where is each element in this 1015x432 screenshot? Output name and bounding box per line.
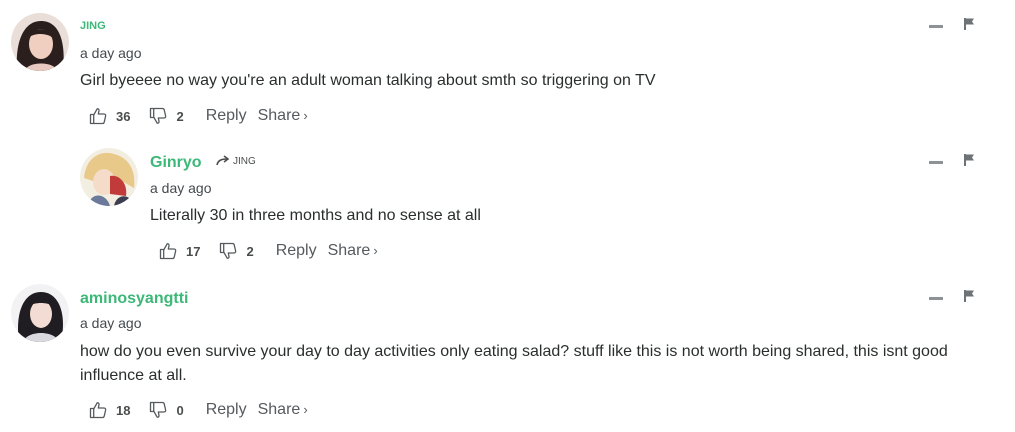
minus-icon[interactable] [929,161,943,164]
share-label: Share [257,401,301,418]
share-button[interactable]: Share › [258,107,308,125]
chevron-right-icon: › [303,402,308,417]
comment-author[interactable]: aminosyangtti [80,290,188,308]
reply-to-author: JING [233,155,256,167]
share-label: Share [257,107,301,124]
share-button[interactable]: Share › [328,242,378,260]
reply-button[interactable]: Reply [276,242,317,260]
reply-button[interactable]: Reply [206,401,247,419]
downvote-button[interactable]: 2 [218,241,254,261]
flag-icon[interactable] [962,153,976,167]
avatar[interactable] [80,148,138,206]
flag-icon[interactable] [962,289,976,303]
arrow-right-icon [216,155,230,166]
flag-icon[interactable] [962,17,976,31]
downvote-count: 0 [176,402,184,418]
thumbs-up-icon [158,241,178,261]
comment-actions: 17 2 Reply Share › [158,240,378,262]
comment-timestamp[interactable]: a day ago [80,315,142,331]
share-label: Share [327,242,371,259]
comment-actions: 18 0 Reply Share › [88,399,308,421]
avatar[interactable] [11,13,69,71]
minus-icon[interactable] [929,297,943,300]
thumbs-up-icon [88,106,108,126]
upvote-button[interactable]: 18 [88,400,130,420]
minus-icon[interactable] [929,25,943,28]
comment-timestamp[interactable]: a day ago [80,45,142,61]
comment-text: Literally 30 in three months and no sens… [150,207,481,224]
comment-timestamp[interactable]: a day ago [150,180,212,196]
upvote-button[interactable]: 36 [88,106,130,126]
comment-text: Girl byeeee no way you're an adult woman… [80,72,656,89]
upvote-count: 18 [116,402,131,418]
thumbs-down-icon [148,106,168,126]
thumbs-down-icon [148,400,168,420]
reply-to-indicator[interactable]: JING [216,155,256,167]
comment-author[interactable]: Ginryo [150,154,202,172]
avatar[interactable] [11,284,69,342]
downvote-button[interactable]: 0 [148,400,184,420]
upvote-count: 36 [116,108,131,124]
upvote-count: 17 [186,243,201,259]
reply-button[interactable]: Reply [206,107,247,125]
upvote-button[interactable]: 17 [158,241,200,261]
share-button[interactable]: Share › [258,401,308,419]
chevron-right-icon: › [373,243,378,258]
comment-text: how do you even survive your day to day … [80,343,948,384]
downvote-button[interactable]: 2 [148,106,184,126]
downvote-count: 2 [176,108,184,124]
thumbs-up-icon [88,400,108,420]
chevron-right-icon: › [303,108,308,123]
comment-actions: 36 2 Reply Share › [88,105,308,127]
comment-author[interactable]: JING [80,20,106,32]
thumbs-down-icon [218,241,238,261]
downvote-count: 2 [246,243,254,259]
